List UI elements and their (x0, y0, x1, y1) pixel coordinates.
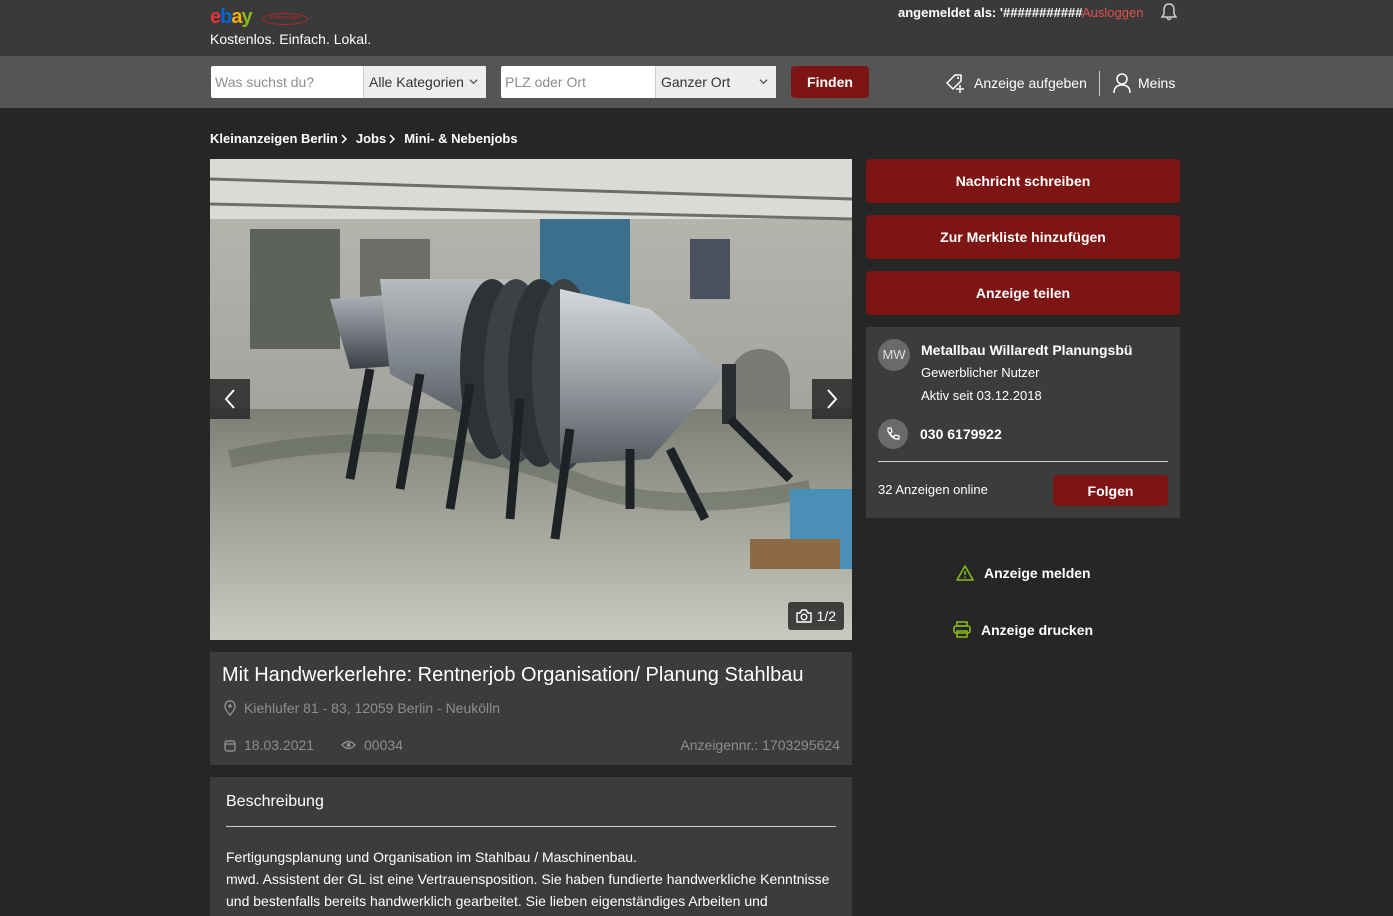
chevron-right-icon (341, 133, 347, 144)
image-counter: 1/2 (787, 602, 844, 630)
follow-button[interactable]: Folgen (1053, 475, 1168, 506)
post-ad-link[interactable]: Anzeige aufgeben (944, 72, 1087, 94)
description-section: Beschreibung Fertigungsplanung und Organ… (210, 777, 852, 916)
seller-card: MW Metallbau Willaredt Planungsbü Gewerb… (866, 327, 1180, 518)
tag-plus-icon (946, 74, 964, 93)
account-label: Meins (1138, 75, 1176, 91)
description-divider (226, 826, 836, 827)
seller-divider (878, 461, 1168, 462)
breadcrumb-item-minijobs[interactable]: Mini- & Nebenjobs (404, 131, 517, 146)
warning-icon (956, 565, 974, 581)
query-search-input[interactable] (211, 66, 361, 98)
gallery-next-button[interactable] (812, 379, 852, 419)
image-gallery[interactable]: 1/2 (210, 159, 852, 640)
listing-address-text: Kiehlufer 81 - 83, 12059 Berlin - Neuköl… (244, 700, 501, 716)
seller-avatar[interactable]: MW (878, 339, 910, 371)
top-header: ebay Kleinanzeigen Kostenlos. Einfach. L… (0, 0, 1393, 56)
seller-type: Gewerblicher Nutzer (921, 365, 1040, 380)
username: '########### (999, 5, 1083, 20)
radius-select[interactable]: Ganzer Ort (655, 66, 776, 98)
nav-divider (1099, 71, 1100, 96)
tagline: Kostenlos. Einfach. Lokal. (210, 31, 372, 47)
radius-select-value: Ganzer Ort (661, 74, 731, 90)
eye-icon (341, 740, 356, 750)
user-icon (1113, 73, 1131, 94)
description-heading: Beschreibung (226, 793, 324, 810)
chevron-down-icon (759, 79, 768, 85)
chevron-right-icon (827, 389, 838, 409)
calendar-icon (224, 739, 236, 752)
phone-icon (887, 427, 900, 440)
listing-summary: Mit Handwerkerlehre: Rentnerjob Organisa… (210, 652, 852, 765)
chevron-right-icon (389, 133, 396, 144)
location-search-input[interactable] (501, 66, 653, 98)
category-select[interactable]: Alle Kategorien (363, 66, 486, 98)
seller-name[interactable]: Metallbau Willaredt Planungsbü (921, 342, 1132, 358)
notification-bell-icon[interactable] (1159, 2, 1179, 22)
description-text: Fertigungsplanung und Organisation im St… (226, 846, 838, 912)
find-button[interactable]: Finden (791, 66, 869, 98)
listing-views-text: 00034 (364, 737, 403, 753)
site-logo[interactable]: ebay Kleinanzeigen (210, 6, 310, 28)
listing-address: Kiehlufer 81 - 83, 12059 Berlin - Neuköl… (224, 700, 500, 716)
logout-link[interactable]: Ausloggen (1082, 5, 1143, 20)
logged-in-label: angemeldet als: (898, 5, 997, 20)
report-ad-label: Anzeige melden (984, 565, 1091, 581)
listing-ad-number: Anzeigennr.: 1703295624 (680, 737, 840, 753)
location-pin-icon (224, 700, 236, 716)
print-ad-label: Anzeige drucken (981, 621, 1094, 638)
description-line: mwd. Assistent der GL ist eine Vertrauen… (226, 871, 830, 887)
category-select-value: Alle Kategorien (369, 74, 464, 90)
seller-active-since: Aktiv seit 03.12.2018 (921, 388, 1042, 403)
listing-date-text: 18.03.2021 (244, 737, 315, 753)
seller-ads-online[interactable]: 32 Anzeigen online (878, 482, 988, 497)
send-message-button[interactable]: Nachricht schreiben (866, 159, 1180, 203)
chevron-down-icon (469, 79, 478, 85)
listing-photo (210, 159, 852, 640)
location-search-group: Ganzer Ort (501, 66, 776, 98)
share-ad-button[interactable]: Anzeige teilen (866, 271, 1180, 315)
listing-date: 18.03.2021 (224, 737, 314, 753)
listing-views: 00034 (341, 737, 403, 753)
query-search-group: Alle Kategorien (211, 66, 486, 98)
image-counter-text: 1/2 (816, 608, 836, 624)
description-line: Fertigungsplanung und Organisation im St… (226, 849, 637, 865)
gallery-prev-button[interactable] (210, 379, 250, 419)
logo-wordmark: ebay (210, 6, 253, 28)
phone-icon-circle (878, 419, 908, 449)
description-line: und bestenfalls bereits handwerklich gea… (226, 893, 768, 909)
report-ad-link[interactable]: Anzeige melden (956, 565, 1091, 581)
camera-icon (795, 609, 812, 623)
breadcrumb-item-berlin[interactable]: Kleinanzeigen Berlin (210, 131, 338, 146)
logged-in-info: angemeldet als: '########### (898, 5, 1083, 20)
add-to-watchlist-button[interactable]: Zur Merkliste hinzufügen (866, 215, 1180, 259)
listing-title: Mit Handwerkerlehre: Rentnerjob Organisa… (222, 664, 804, 686)
print-ad-link[interactable]: Anzeige drucken (953, 621, 1093, 638)
account-link[interactable]: Meins (1112, 72, 1175, 94)
search-bar: Alle Kategorien Ganzer Ort Finden Anzeig… (0, 56, 1393, 108)
seller-phone[interactable]: 030 6179922 (920, 426, 1002, 442)
printer-icon (953, 621, 971, 638)
logo-badge: Kleinanzeigen (262, 13, 308, 25)
chevron-left-icon (224, 389, 235, 409)
breadcrumb-item-jobs[interactable]: Jobs (356, 131, 386, 146)
breadcrumb: Kleinanzeigen Berlin Jobs Mini- & Nebenj… (210, 131, 518, 146)
post-ad-label: Anzeige aufgeben (974, 75, 1087, 91)
